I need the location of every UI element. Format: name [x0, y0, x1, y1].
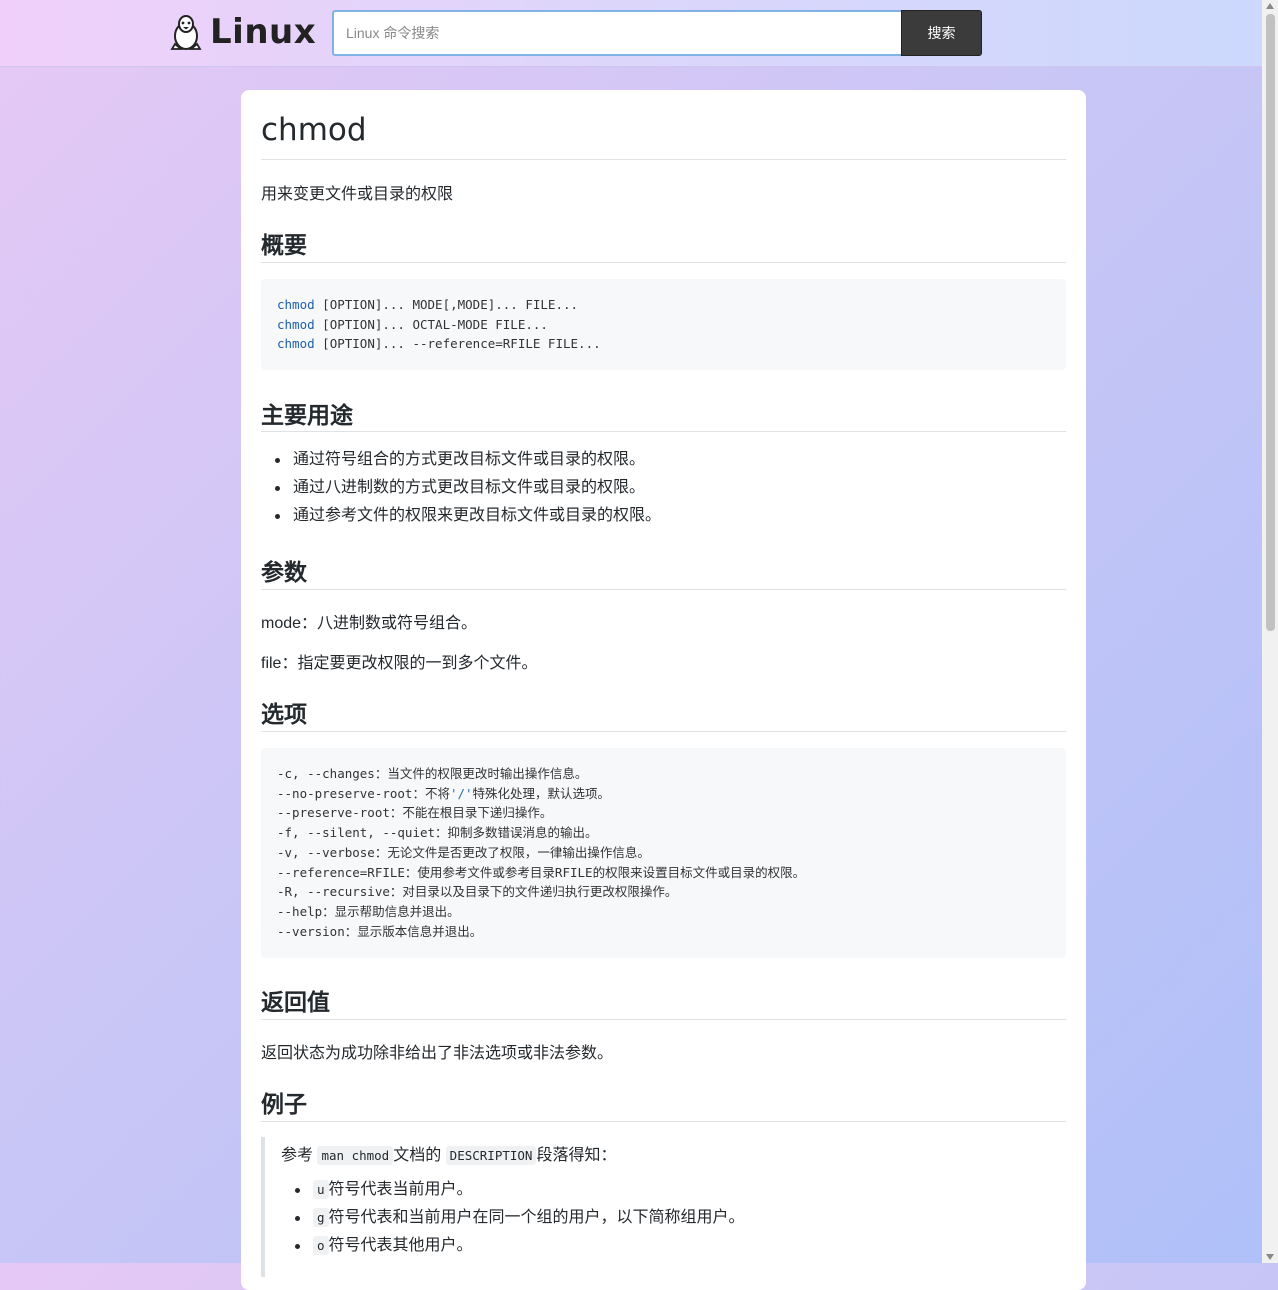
code-keyword: chmod [277, 297, 315, 312]
inline-code: o [313, 1236, 329, 1255]
tux-penguin-icon [170, 15, 202, 50]
title-divider [261, 159, 1066, 160]
scrollbar-thumb[interactable] [1266, 14, 1275, 631]
list-item: o 符号代表其他用户。 [281, 1232, 745, 1260]
option-line: -c, --changes：当文件的权限更改时输出操作信息。 [277, 766, 588, 781]
code-text: [OPTION]... MODE[,MODE]... FILE... [314, 297, 579, 312]
option-line: 特殊化处理，默认选项。 [472, 785, 611, 801]
synopsis-code-block: chmod [OPTION]... MODE[,MODE]... FILE...… [261, 279, 1066, 370]
option-line: --reference=RFILE：使用参考文件或参考目录RFILE的权限来设置… [277, 864, 806, 880]
list-item: u 符号代表当前用户。 [281, 1176, 745, 1204]
code-keyword: chmod [277, 316, 315, 332]
vertical-scrollbar[interactable] [1262, 0, 1278, 1263]
option-line: -R, --recursive：对目录以及目录下的文件递归执行更改权限操作。 [277, 884, 678, 900]
list-item-text: 符号代表其他用户。 [328, 1237, 473, 1254]
logo-text: Linux [210, 12, 317, 52]
option-line: -v, --verbose：无论文件是否更改了权限，一律输出操作信息。 [277, 844, 650, 860]
list-item-text: 符号代表和当前用户在同一个组的用户，以下简称组用户。 [328, 1209, 745, 1226]
scroll-up-icon[interactable] [1266, 3, 1274, 9]
content-card: chmod 用来变更文件或目录的权限 概要 chmod [OPTION]... … [241, 90, 1086, 1290]
page-title: chmod [261, 112, 367, 148]
list-item-text: 符号代表当前用户。 [328, 1181, 473, 1198]
top-bar: Linux 搜索 [0, 0, 1262, 67]
inline-code: DESCRIPTION [445, 1146, 537, 1165]
code-keyword: chmod [277, 336, 315, 352]
option-line: --no-preserve-root：不将 [277, 785, 450, 801]
section-divider [261, 731, 1066, 732]
option-line: --help：显示帮助信息并退出。 [277, 903, 460, 919]
return-value-text: 返回状态为成功除非给出了非法选项或非法参数。 [261, 1045, 614, 1062]
section-heading-usage: 主要用途 [261, 403, 353, 429]
inline-code: g [313, 1208, 329, 1227]
inline-code: u [313, 1180, 329, 1199]
scroll-down-icon[interactable] [1266, 1254, 1274, 1260]
section-heading-synopsis: 概要 [261, 233, 307, 259]
code-text: [OPTION]... OCTAL-MODE FILE... [314, 316, 548, 332]
example-intro-text: 参考 [281, 1147, 314, 1164]
param-mode: mode：八进制数或符号组合。 [261, 615, 478, 632]
usage-list: 通过符号组合的方式更改目标文件或目录的权限。 通过八进制数的方式更改目标文件或目… [261, 446, 661, 530]
list-item: 通过八进制数的方式更改目标文件或目录的权限。 [261, 474, 661, 502]
option-line: --version：显示版本信息并退出。 [277, 923, 483, 939]
search-input[interactable] [332, 10, 904, 56]
example-intro-text: 段落得知： [536, 1147, 617, 1164]
section-divider [261, 1019, 1066, 1020]
example-blockquote: 参考 man chmod 文档的 DESCRIPTION 段落得知： u 符号代表当前… [261, 1137, 1070, 1277]
param-file: file：指定要更改权限的一到多个文件。 [261, 655, 538, 672]
example-list: u 符号代表当前用户。 g 符号代表和当前用户在同一个组的用户，以下简称组用户。 o… [281, 1176, 745, 1260]
site-logo[interactable]: Linux [170, 12, 316, 52]
section-divider [261, 431, 1066, 432]
page-description: 用来变更文件或目录的权限 [261, 186, 454, 203]
section-divider [261, 589, 1066, 590]
section-heading-returns: 返回值 [261, 990, 330, 1016]
list-item: 通过参考文件的权限来更改目标文件或目录的权限。 [261, 502, 661, 530]
list-item: g 符号代表和当前用户在同一个组的用户，以下简称组用户。 [281, 1204, 745, 1232]
section-heading-params: 参数 [261, 560, 307, 586]
list-item: 通过符号组合的方式更改目标文件或目录的权限。 [261, 446, 661, 474]
code-string: '/' [449, 785, 473, 801]
section-heading-examples: 例子 [261, 1092, 307, 1118]
option-line: --preserve-root：不能在根目录下递归操作。 [277, 805, 553, 821]
search-button[interactable]: 搜索 [901, 10, 982, 56]
code-text: [OPTION]... --reference=RFILE FILE... [314, 336, 601, 352]
section-heading-options: 选项 [261, 702, 307, 728]
example-intro-text: 文档的 [393, 1147, 442, 1164]
inline-code: man chmod [317, 1146, 394, 1165]
option-line: -f, --silent, --quiet：抑制多数错误消息的输出。 [277, 825, 598, 841]
section-divider [261, 1121, 1066, 1122]
section-divider [261, 262, 1066, 263]
options-code-block: -c, --changes：当文件的权限更改时输出操作信息。 --no-pres… [261, 748, 1066, 958]
example-intro: 参考 man chmod 文档的 DESCRIPTION 段落得知： [281, 1141, 616, 1165]
